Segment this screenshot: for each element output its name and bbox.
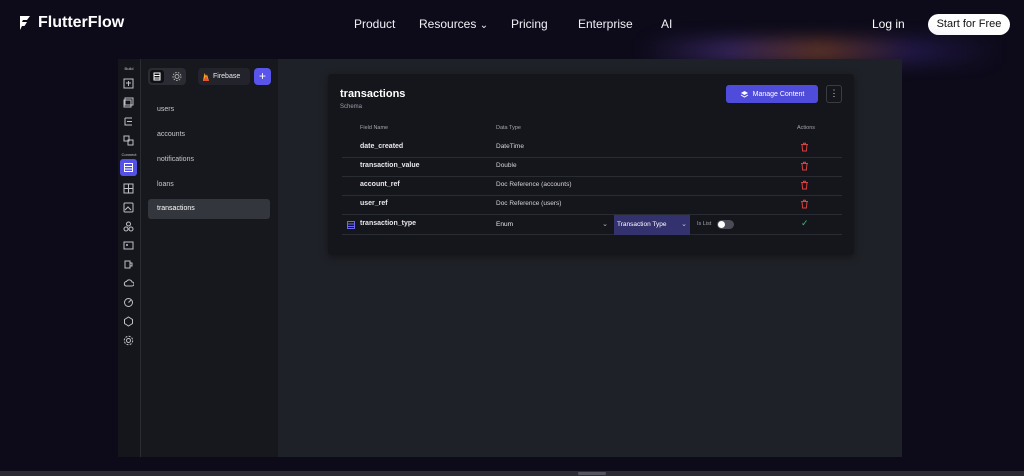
column-field-name: Field Name — [360, 125, 389, 131]
is-list-toggle[interactable] — [717, 220, 734, 229]
field-name: transaction_value — [360, 162, 420, 169]
nav-rail: Build Connect — [118, 59, 141, 457]
toggle-knob — [718, 221, 725, 228]
field-name-input[interactable]: transaction_type — [360, 220, 416, 227]
brand-logo[interactable]: FlutterFlow — [18, 14, 124, 32]
collection-loans[interactable]: loans — [148, 175, 270, 195]
settings-icon[interactable] — [123, 333, 134, 346]
flutterflow-logo-icon — [20, 16, 30, 30]
login-link[interactable]: Log in — [872, 17, 905, 31]
taskbar-tab[interactable] — [578, 472, 606, 475]
app-window: Build Connect Firebase + users accounts … — [118, 59, 902, 457]
media-icon[interactable] — [123, 200, 134, 213]
editing-field-row[interactable]: transaction_type Enum ⌄ Transaction Type… — [342, 215, 842, 235]
list-view-icon[interactable] — [150, 70, 164, 83]
analytics-icon[interactable] — [123, 295, 134, 307]
collection-accounts[interactable]: accounts — [148, 125, 270, 145]
field-type: Double — [496, 162, 517, 169]
drag-handle-icon[interactable] — [347, 221, 355, 229]
chevron-down-icon: ⌄ — [479, 20, 489, 31]
firestore-icon[interactable] — [120, 159, 137, 176]
nav-enterprise[interactable]: Enterprise — [578, 17, 633, 31]
gear-icon[interactable] — [170, 70, 184, 83]
widgets-icon[interactable] — [123, 95, 134, 108]
field-name: date_created — [360, 143, 404, 150]
field-type: Doc Reference (accounts) — [496, 181, 572, 188]
nav-product[interactable]: Product — [354, 17, 395, 31]
data-type-value: Enum — [496, 221, 513, 228]
manage-content-button[interactable]: Manage Content — [726, 85, 818, 103]
delete-icon[interactable] — [800, 180, 809, 190]
collection-notifications[interactable]: notifications — [148, 150, 270, 170]
schema-subtitle: Schema — [340, 104, 363, 110]
tree-icon[interactable] — [123, 114, 134, 126]
start-for-free-button[interactable]: Start for Free — [928, 14, 1010, 35]
chevron-down-icon: ⌄ — [681, 221, 687, 228]
enum-type-value: Transaction Type — [617, 221, 667, 228]
field-name: account_ref — [360, 181, 400, 188]
collection-users[interactable]: users — [148, 100, 270, 120]
rail-build-label: Build — [124, 66, 134, 71]
field-name: user_ref — [360, 200, 388, 207]
rail-connect-label: Connect — [121, 152, 137, 157]
collections-sidebar: Firebase + users accounts notifications … — [141, 59, 279, 457]
layers-icon — [740, 90, 748, 98]
table-row[interactable]: user_ref Doc Reference (users) — [342, 195, 842, 215]
more-options-icon[interactable]: ⋮ — [826, 85, 842, 103]
nav-resources[interactable]: Resources ⌄ — [419, 17, 488, 31]
table-row[interactable]: date_created DateTime — [342, 138, 842, 158]
schema-workspace: transactions Schema Manage Content ⋮ Fie… — [278, 59, 902, 457]
brand-name: FlutterFlow — [38, 14, 125, 31]
agent-icon[interactable] — [123, 314, 134, 327]
firebase-icon — [203, 72, 209, 81]
schema-panel: transactions Schema Manage Content ⋮ Fie… — [328, 74, 854, 255]
manage-content-label: Manage Content — [752, 90, 805, 98]
assets-icon[interactable] — [123, 238, 134, 250]
field-type: DateTime — [496, 143, 524, 150]
data-type-select[interactable]: Enum ⌄ — [492, 216, 610, 234]
api-icon[interactable] — [123, 257, 134, 269]
column-data-type: Data Type — [496, 125, 521, 131]
enum-type-select[interactable]: Transaction Type ⌄ — [614, 215, 690, 235]
taskbar — [0, 471, 1024, 476]
table-row[interactable]: transaction_value Double — [342, 157, 842, 177]
collection-transactions[interactable]: transactions — [148, 199, 270, 219]
nav-pricing[interactable]: Pricing — [511, 17, 548, 31]
add-collection-button[interactable]: + — [254, 68, 271, 85]
integrations-icon[interactable] — [123, 219, 134, 232]
nav-resources-label: Resources — [419, 17, 477, 31]
field-type: Doc Reference (users) — [496, 200, 562, 207]
view-toggle[interactable] — [148, 68, 186, 85]
collection-title: transactions — [340, 88, 406, 100]
firebase-label: Firebase — [213, 73, 241, 80]
column-actions: Actions — [797, 125, 816, 131]
schema-icon[interactable] — [123, 181, 134, 194]
chevron-down-icon: ⌄ — [602, 221, 608, 228]
delete-icon[interactable] — [800, 161, 809, 171]
components-icon[interactable] — [123, 133, 134, 146]
delete-icon[interactable] — [800, 199, 809, 209]
nav-ai[interactable]: AI — [661, 17, 672, 31]
is-list-label: Is List — [697, 221, 712, 227]
confirm-check-icon[interactable]: ✓ — [801, 218, 809, 229]
firebase-selector[interactable]: Firebase — [198, 68, 250, 85]
delete-icon[interactable] — [800, 142, 809, 152]
cloud-icon[interactable] — [123, 276, 135, 287]
table-row[interactable]: account_ref Doc Reference (accounts) — [342, 176, 842, 196]
page-icon[interactable] — [123, 76, 134, 89]
